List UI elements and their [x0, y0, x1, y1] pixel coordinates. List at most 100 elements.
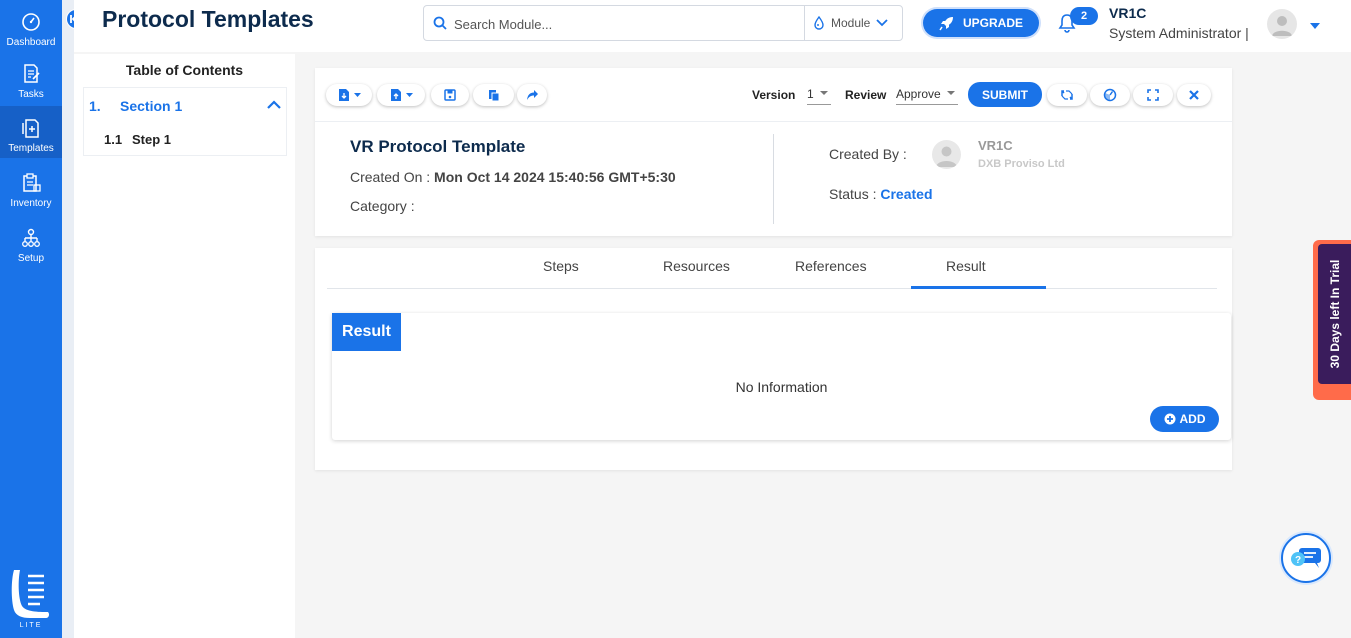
empty-state-text: No Information: [735, 379, 828, 395]
trial-days-text: 30 Days left In Trial: [1327, 259, 1342, 369]
notification-count-badge: 2: [1070, 7, 1098, 25]
created-on-value: Mon Oct 14 2024 15:40:56 GMT+5:30: [434, 169, 676, 185]
left-navigation: Dashboard Tasks Templates Inventory Setu…: [0, 0, 62, 638]
review-select[interactable]: Approve: [896, 83, 958, 105]
avatar[interactable]: [1267, 9, 1297, 39]
created-by-name: VR1C: [978, 138, 1013, 153]
download-button[interactable]: [326, 84, 372, 106]
tab-steps[interactable]: Steps: [543, 258, 579, 274]
svg-text:LITE: LITE: [20, 622, 43, 629]
timer-icon: [1103, 88, 1117, 102]
version-value: 1: [807, 86, 814, 101]
svg-text:?: ?: [1295, 555, 1301, 566]
nav-item-tasks[interactable]: Tasks: [0, 52, 62, 104]
toc-section-1[interactable]: Section 1: [120, 98, 182, 114]
drop-icon: [814, 16, 824, 30]
tab-resources[interactable]: Resources: [663, 258, 730, 274]
result-section-title: Result: [332, 313, 401, 351]
nav-label-templates: Templates: [8, 143, 54, 154]
upload-file-icon: [390, 89, 401, 101]
toc-section-number: 1.: [89, 98, 101, 114]
module-dropdown[interactable]: Module: [804, 6, 903, 40]
copy-icon: [488, 89, 499, 101]
user-avatar-icon: [1272, 16, 1292, 36]
status-badge: Created: [880, 186, 933, 202]
created-on-label: Created On :: [350, 169, 431, 185]
tasks-icon: [20, 63, 42, 85]
user-name: VR1C: [1109, 5, 1147, 21]
nav-label-inventory: Inventory: [10, 198, 52, 209]
close-icon: [1189, 90, 1199, 100]
tab-result[interactable]: Result: [946, 258, 986, 274]
dashboard-icon: [20, 11, 42, 33]
caret-down-icon: [819, 91, 828, 95]
version-label: Version: [752, 88, 796, 102]
copy-button[interactable]: [473, 84, 514, 106]
user-avatar-icon: [936, 146, 957, 167]
help-chat-button[interactable]: ?: [1281, 533, 1331, 583]
result-section: Result No Information ADD: [332, 313, 1231, 440]
active-tab-indicator: [911, 286, 1046, 289]
tab-panel: Steps Resources References Result Result…: [315, 248, 1232, 470]
status-row: Status : Created: [829, 186, 933, 202]
caret-down-icon: [405, 92, 413, 97]
upgrade-label: UPGRADE: [962, 16, 1023, 30]
toc-step-1[interactable]: Step 1: [132, 132, 171, 147]
version-select[interactable]: 1: [807, 83, 831, 105]
trial-ribbon-inner: 30 Days left In Trial: [1318, 244, 1351, 384]
nav-item-inventory[interactable]: Inventory: [0, 161, 62, 213]
upgrade-button[interactable]: UPGRADE: [923, 9, 1039, 37]
status-label: Status :: [829, 186, 877, 202]
chevron-down-icon: [876, 19, 888, 27]
avatar: [932, 140, 961, 169]
close-button[interactable]: [1177, 84, 1211, 106]
created-on-row: Created On : Mon Oct 14 2024 15:40:56 GM…: [350, 169, 676, 185]
refresh-icon: [1061, 90, 1073, 100]
nav-gutter: [62, 0, 74, 638]
tab-bar: Steps Resources References Result: [327, 248, 1217, 289]
nav-label-dashboard: Dashboard: [6, 37, 56, 48]
template-name: VR Protocol Template: [350, 137, 526, 156]
timer-button[interactable]: [1090, 84, 1130, 106]
trial-ribbon[interactable]: 30 Days left In Trial: [1313, 240, 1351, 400]
save-icon: [444, 89, 456, 101]
add-result-button[interactable]: ADD: [1150, 406, 1219, 432]
help-chat-icon: ?: [1291, 548, 1321, 568]
fullscreen-icon: [1147, 89, 1159, 101]
nav-label-tasks: Tasks: [18, 89, 44, 100]
vertical-divider: [773, 134, 774, 224]
setup-icon: [20, 227, 42, 249]
fullscreen-button[interactable]: [1133, 84, 1173, 106]
refresh-button[interactable]: [1047, 84, 1087, 106]
search-icon: [433, 16, 447, 35]
tab-references[interactable]: References: [795, 258, 867, 274]
top-bar: Protocol Templates Module UPGRADE 2 VR1C…: [74, 0, 1351, 52]
templates-icon: [20, 117, 42, 139]
search-input[interactable]: [454, 14, 794, 34]
nav-item-templates[interactable]: Templates: [0, 106, 62, 158]
submit-button[interactable]: SUBMIT: [968, 82, 1042, 107]
caret-down-icon: [946, 91, 955, 95]
search-box: Module: [423, 5, 903, 41]
created-by-org: DXB Proviso Ltd: [978, 158, 1065, 170]
share-button[interactable]: [517, 84, 547, 106]
user-menu-caret-icon[interactable]: [1309, 17, 1321, 35]
page-title: Protocol Templates: [102, 6, 314, 32]
nav-item-setup[interactable]: Setup: [0, 216, 62, 268]
plus-circle-icon: [1164, 413, 1175, 425]
upload-button[interactable]: [377, 84, 425, 106]
save-button[interactable]: [431, 84, 469, 106]
add-label: ADD: [1179, 412, 1206, 426]
caret-down-icon: [353, 92, 361, 97]
nav-item-dashboard[interactable]: Dashboard: [0, 0, 62, 52]
inventory-icon: [20, 172, 42, 194]
table-of-contents: Table of Contents 1. Section 1 1.1 Step …: [74, 54, 295, 638]
created-by-label: Created By :: [829, 146, 907, 162]
toc-title: Table of Contents: [125, 62, 244, 78]
lite-logo: LITE: [8, 566, 54, 630]
chevron-up-icon[interactable]: [267, 97, 281, 115]
template-toolbar: Version 1 Review Approve SUBMIT: [315, 68, 1232, 122]
template-card: Version 1 Review Approve SUBMIT VR Proto…: [315, 68, 1232, 236]
toc-step-number: 1.1: [104, 132, 123, 147]
download-file-icon: [338, 89, 349, 101]
